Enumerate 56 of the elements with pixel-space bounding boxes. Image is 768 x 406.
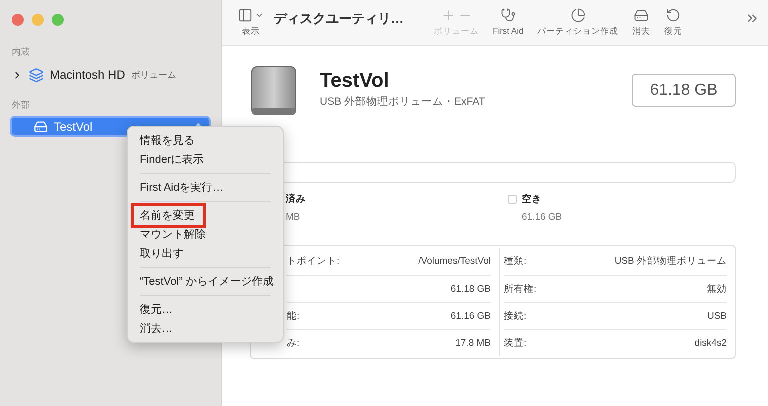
info-value: disk4s2 <box>694 338 727 348</box>
restore-icon <box>666 8 682 23</box>
info-label: 種類: <box>504 255 527 268</box>
volume-name: Macintosh HD <box>50 68 126 82</box>
sidebar-icon <box>238 8 253 23</box>
capacity-label: 61.18 GB <box>632 74 736 107</box>
info-value: 61.18 GB <box>450 284 491 294</box>
volume-subtitle: USB 外部物理ボリューム・ExFAT <box>320 95 486 109</box>
toolbar-button[interactable]: パーティション作成 <box>538 8 619 38</box>
legend-label: 空き <box>522 193 542 206</box>
layers-icon <box>29 68 44 82</box>
menu-item[interactable]: マウント解除 <box>140 227 206 242</box>
legend-value: 61.16 GB <box>521 212 564 223</box>
toolbar-button[interactable]: First Aid <box>493 8 524 36</box>
volume-name: TestVol <box>54 120 93 134</box>
legend-label: 済み <box>286 193 306 206</box>
sidebar-heading: 外部 <box>12 99 31 112</box>
info-value: /Volumes/TestVol <box>418 256 491 267</box>
info-value: USB <box>707 310 727 322</box>
info-label: み: <box>287 336 300 350</box>
plus-minus-icon <box>440 8 472 23</box>
menu-item[interactable]: 取り出す <box>140 246 184 261</box>
menu-item[interactable]: 復元… <box>140 302 173 317</box>
volume-type: ボリューム <box>131 68 176 82</box>
chevron-icon <box>255 11 264 20</box>
menu-item[interactable]: 消去… <box>140 321 173 336</box>
info-value: 17.8 MB <box>456 338 491 348</box>
toolbar-button[interactable]: 消去 <box>632 8 651 38</box>
info-label: 接続: <box>504 310 527 322</box>
close-button[interactable] <box>12 14 24 26</box>
menu-item[interactable]: First Aidを実行… <box>140 180 224 195</box>
menu-item[interactable]: 名前を変更 <box>131 203 206 228</box>
menu-item[interactable]: Finderに表示 <box>140 152 204 167</box>
info-label: 装置: <box>504 336 527 350</box>
minimize-button[interactable] <box>32 14 44 26</box>
info-value: USB 外部物理ボリューム <box>614 255 727 268</box>
view-button[interactable]: 表示 <box>238 8 264 38</box>
stethoscope-icon <box>500 8 516 23</box>
info-label: 所有権: <box>504 282 537 296</box>
sidebar-item[interactable]: Macintosh HD ボリューム <box>10 63 211 87</box>
info-label: 能: <box>287 310 300 322</box>
menu-item[interactable]: “TestVol” からイメージ作成 <box>140 274 274 289</box>
window-title: ディスクユーティリ… <box>274 10 404 28</box>
legend-swatch <box>508 195 517 204</box>
info-label: トポイント: <box>287 255 340 268</box>
drive-icon <box>34 120 48 134</box>
toolbar-button[interactable]: 復元 <box>664 8 683 38</box>
info-value: 無効 <box>707 282 727 296</box>
zoom-button[interactable] <box>52 14 64 26</box>
legend-value: MB <box>286 212 302 223</box>
drive-icon <box>634 8 650 23</box>
sidebar-heading: 内蔵 <box>12 46 31 59</box>
pie-chart-icon <box>570 8 586 23</box>
drive-icon <box>250 66 298 116</box>
volume-title: TestVol <box>320 70 390 93</box>
info-value: 61.16 GB <box>450 310 491 322</box>
